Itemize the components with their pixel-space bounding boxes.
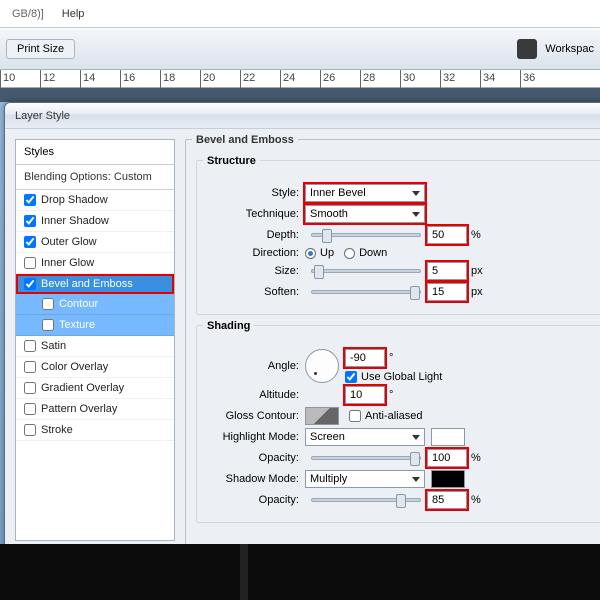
chk-bevel-emboss[interactable]	[24, 278, 36, 290]
chk-pattern-overlay[interactable]	[24, 403, 36, 415]
shadow-opacity-unit: %	[471, 494, 481, 506]
depth-unit: %	[471, 229, 481, 241]
style-pattern-overlay[interactable]: Pattern Overlay	[16, 399, 174, 420]
gloss-contour-label: Gloss Contour:	[207, 410, 305, 422]
highlight-mode-select[interactable]: Screen	[305, 428, 425, 446]
technique-select[interactable]: Smooth	[305, 205, 425, 223]
soften-input[interactable]: 15	[427, 283, 467, 301]
altitude-input[interactable]: 10	[345, 386, 385, 404]
global-light-label: Use Global Light	[361, 371, 442, 383]
angle-wheel[interactable]	[305, 349, 339, 383]
style-gradient-overlay[interactable]: Gradient Overlay	[16, 378, 174, 399]
shadow-opacity-slider[interactable]	[311, 498, 421, 502]
gloss-contour-picker[interactable]	[305, 407, 339, 425]
blending-options[interactable]: Blending Options: Custom	[16, 165, 174, 190]
highlight-color-chip[interactable]	[431, 428, 465, 446]
highlight-opacity-slider[interactable]	[311, 456, 421, 460]
direction-up-radio[interactable]: Up	[305, 247, 334, 259]
chevron-down-icon	[412, 191, 420, 196]
style-inner-shadow[interactable]: Inner Shadow	[16, 211, 174, 232]
angle-label: Angle:	[207, 360, 305, 372]
style-satin[interactable]: Satin	[16, 336, 174, 357]
shadow-color-chip[interactable]	[431, 470, 465, 488]
dialog-title: Layer Style	[15, 110, 600, 122]
chk-gradient-overlay[interactable]	[24, 382, 36, 394]
style-stroke[interactable]: Stroke	[16, 420, 174, 441]
title-fragment: GB/8)]	[12, 8, 44, 20]
bevel-panel: Bevel and Emboss Structure Style: Inner …	[185, 139, 600, 541]
chk-color-overlay[interactable]	[24, 361, 36, 373]
shadow-mode-label: Shadow Mode:	[207, 473, 305, 485]
depth-input[interactable]: 50	[427, 226, 467, 244]
structure-title: Structure	[203, 155, 260, 167]
chk-texture[interactable]	[42, 319, 54, 331]
chk-inner-glow[interactable]	[24, 257, 36, 269]
direction-label: Direction:	[207, 247, 305, 259]
style-color-overlay[interactable]: Color Overlay	[16, 357, 174, 378]
chk-inner-shadow[interactable]	[24, 215, 36, 227]
chk-contour[interactable]	[42, 298, 54, 310]
size-label: Size:	[207, 265, 305, 277]
style-inner-glow[interactable]: Inner Glow	[16, 253, 174, 274]
style-drop-shadow[interactable]: Drop Shadow	[16, 190, 174, 211]
size-input[interactable]: 5	[427, 262, 467, 280]
highlight-opacity-input[interactable]: 100	[427, 449, 467, 467]
workspace-label[interactable]: Workspac	[545, 43, 594, 55]
style-label: Style:	[207, 187, 305, 199]
style-outer-glow[interactable]: Outer Glow	[16, 232, 174, 253]
styles-header[interactable]: Styles	[16, 140, 174, 165]
chevron-down-icon	[412, 435, 420, 440]
menu-help[interactable]: Help	[62, 8, 85, 20]
angle-unit: °	[389, 352, 393, 364]
print-size-button[interactable]: Print Size	[6, 39, 75, 59]
size-slider[interactable]	[311, 269, 421, 273]
canvas-area	[0, 544, 600, 600]
global-light-checkbox[interactable]	[345, 371, 357, 383]
shadow-opacity-label: Opacity:	[207, 494, 305, 506]
layer-style-dialog: Layer Style ✕ Styles Blending Options: C…	[4, 102, 600, 552]
panel-title: Bevel and Emboss	[192, 134, 298, 146]
shadow-opacity-input[interactable]: 85	[427, 491, 467, 509]
anti-aliased-checkbox[interactable]	[349, 410, 361, 422]
chevron-down-icon	[412, 212, 420, 217]
soften-unit: px	[471, 286, 483, 298]
dialog-titlebar[interactable]: Layer Style ✕	[5, 103, 600, 129]
depth-slider[interactable]	[311, 233, 421, 237]
menubar: GB/8)] Help	[0, 0, 600, 28]
altitude-label: Altitude:	[207, 389, 305, 401]
style-select[interactable]: Inner Bevel	[305, 184, 425, 202]
style-bevel-emboss[interactable]: Bevel and Emboss	[16, 274, 174, 294]
size-unit: px	[471, 265, 483, 277]
workspace-icon[interactable]	[517, 39, 537, 59]
technique-label: Technique:	[207, 208, 305, 220]
soften-label: Soften:	[207, 286, 305, 298]
shading-title: Shading	[203, 320, 254, 332]
highlight-mode-label: Highlight Mode:	[207, 431, 305, 443]
style-contour[interactable]: Contour	[16, 294, 174, 315]
chk-drop-shadow[interactable]	[24, 194, 36, 206]
soften-slider[interactable]	[311, 290, 421, 294]
chk-outer-glow[interactable]	[24, 236, 36, 248]
chk-stroke[interactable]	[24, 424, 36, 436]
direction-down-radio[interactable]: Down	[344, 247, 387, 259]
shadow-mode-select[interactable]: Multiply	[305, 470, 425, 488]
styles-panel: Styles Blending Options: Custom Drop Sha…	[15, 139, 175, 541]
altitude-unit: °	[389, 389, 393, 401]
highlight-opacity-label: Opacity:	[207, 452, 305, 464]
ruler: 10 12 14 16 18 20 22 24 26 28 30 32 34 3…	[0, 70, 600, 88]
anti-aliased-label: Anti-aliased	[365, 410, 422, 422]
chevron-down-icon	[412, 477, 420, 482]
depth-label: Depth:	[207, 229, 305, 241]
angle-input[interactable]: -90	[345, 349, 385, 367]
style-texture[interactable]: Texture	[16, 315, 174, 336]
toolbar: Print Size Workspac	[0, 28, 600, 70]
highlight-opacity-unit: %	[471, 452, 481, 464]
chk-satin[interactable]	[24, 340, 36, 352]
